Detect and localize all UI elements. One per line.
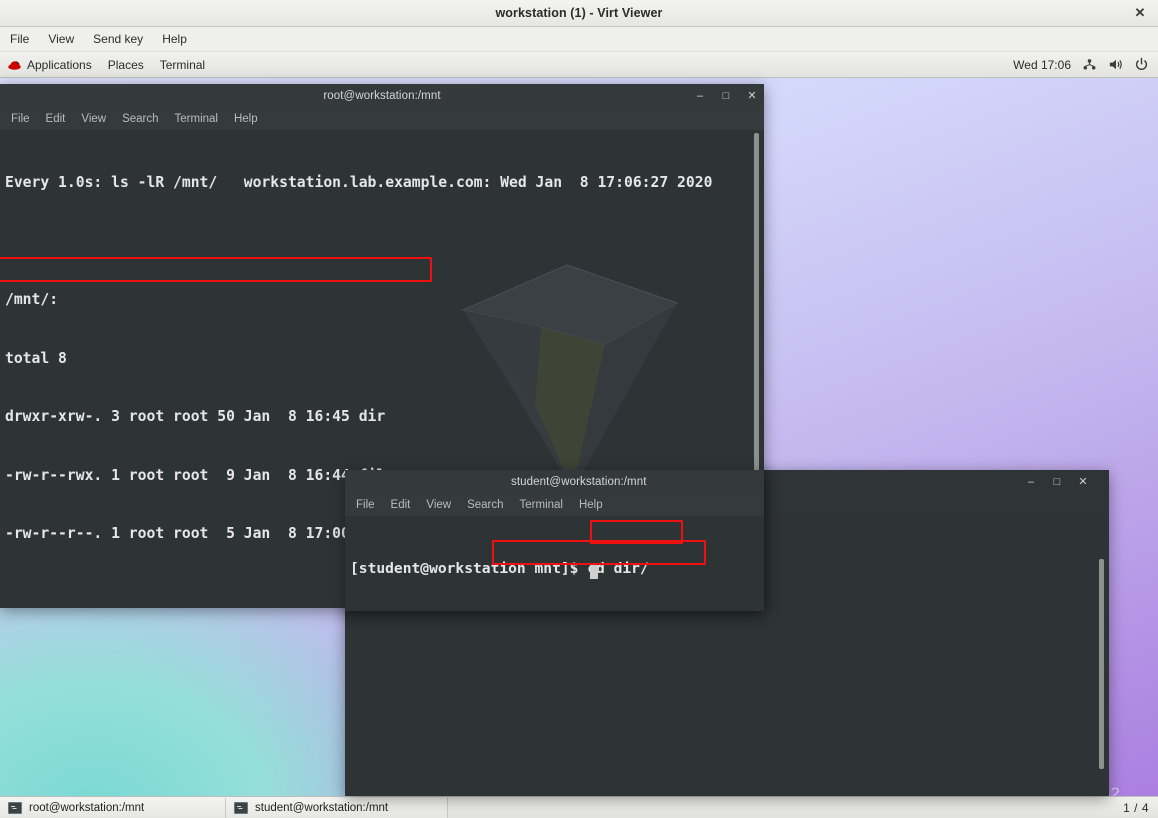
terminal2-close-button[interactable]: ✕	[1077, 476, 1089, 488]
maximize-button[interactable]: □	[720, 90, 732, 102]
terminal2-scrollbar[interactable]	[1097, 519, 1106, 793]
terminal2-maximize-button[interactable]: □	[1051, 476, 1063, 488]
terminal2-menu-view[interactable]: View	[426, 499, 451, 511]
terminal2-output: [student@workstation mnt]$ cd dir/ -bash…	[350, 520, 760, 611]
menu-file[interactable]: File	[8, 30, 31, 48]
network-icon[interactable]	[1082, 57, 1097, 72]
terminal2-cursor	[590, 563, 598, 579]
terminal2-menubar: File Edit View Search Terminal Help	[345, 494, 764, 516]
redhat-logo-icon	[8, 60, 21, 70]
terminal-menu[interactable]: Terminal	[160, 58, 205, 72]
close-button[interactable]: ✕	[746, 90, 758, 102]
applications-label: Applications	[27, 57, 92, 72]
terminal1-line-1	[5, 232, 746, 252]
minimize-button[interactable]: –	[694, 90, 706, 102]
terminal1-window-buttons: – □ ✕	[694, 84, 758, 108]
terminal1-menu-file[interactable]: File	[11, 113, 30, 125]
terminal2-menu-edit[interactable]: Edit	[391, 499, 411, 511]
terminal1-line-0: Every 1.0s: ls -lR /mnt/ workstation.lab…	[5, 174, 713, 191]
terminal2-menu-help[interactable]: Help	[579, 499, 603, 511]
taskbar: root@workstation:/mnt student@workstatio…	[0, 796, 1158, 818]
workspace-page-indicator: 1 / 4	[1123, 800, 1149, 815]
applications-menu[interactable]: Applications	[7, 58, 92, 72]
panel-right-group: Wed 17:06	[1013, 57, 1158, 72]
terminal2-minimize-button[interactable]: –	[1025, 476, 1037, 488]
terminal1-title: root@workstation:/mnt	[323, 90, 441, 102]
clock[interactable]: Wed 17:06	[1013, 58, 1071, 72]
volume-icon[interactable]	[1108, 57, 1123, 72]
terminal-window-student: student@workstation:/mnt File Edit View …	[345, 470, 764, 611]
menu-send-key[interactable]: Send key	[91, 30, 145, 48]
terminal1-menubar: File Edit View Search Terminal Help	[0, 108, 764, 130]
window-title: workstation (1) - Virt Viewer	[495, 6, 663, 20]
terminal1-menu-terminal[interactable]: Terminal	[175, 113, 218, 125]
terminal1-menu-help[interactable]: Help	[234, 113, 258, 125]
terminal1-titlebar[interactable]: root@workstation:/mnt – □ ✕	[0, 84, 764, 108]
panel-left-group: Applications Places Terminal	[0, 58, 205, 72]
terminal1-line-3: total 8	[5, 349, 67, 367]
virt-viewer-titlebar: workstation (1) - Virt Viewer ✕	[0, 0, 1158, 27]
terminal1-line-4: drwxr-xrw-. 3 root root 50 Jan 8 16:45 d…	[5, 408, 386, 425]
terminal-icon	[234, 801, 248, 814]
terminal1-line-2: /mnt/:	[5, 291, 59, 308]
gnome-top-panel: Applications Places Terminal Wed 17:06	[0, 52, 1158, 78]
terminal2-menu-terminal[interactable]: Terminal	[520, 499, 563, 511]
screen: workstation (1) - Virt Viewer ✕ File Vie…	[0, 0, 1158, 818]
terminal1-menu-search[interactable]: Search	[122, 113, 158, 125]
virt-viewer-menubar: File View Send key Help	[0, 27, 1158, 52]
menu-help[interactable]: Help	[160, 30, 189, 48]
close-icon[interactable]: ✕	[1131, 4, 1149, 22]
terminal2-titlebar[interactable]: student@workstation:/mnt	[345, 470, 764, 494]
menu-view[interactable]: View	[46, 30, 76, 48]
places-menu[interactable]: Places	[108, 58, 144, 72]
places-label: Places	[107, 57, 144, 72]
taskbar-item-root-terminal[interactable]: root@workstation:/mnt	[0, 797, 226, 818]
terminal2-line-0: [student@workstation mnt]$ cd dir/	[350, 560, 649, 577]
terminal2-body[interactable]: [student@workstation mnt]$ cd dir/ -bash…	[345, 516, 764, 611]
terminal-label: Terminal	[159, 57, 206, 72]
terminal2-menu-search[interactable]: Search	[467, 499, 503, 511]
terminal1-menu-edit[interactable]: Edit	[46, 113, 66, 125]
terminal-icon	[8, 801, 22, 814]
terminal2-window-buttons: – □ ✕	[1025, 470, 1089, 494]
taskbar-item-student-label: student@workstation:/mnt	[255, 801, 389, 814]
power-icon[interactable]	[1134, 57, 1149, 72]
taskbar-item-root-label: root@workstation:/mnt	[29, 801, 145, 814]
terminal2-menu-file[interactable]: File	[356, 499, 375, 511]
taskbar-item-student-terminal[interactable]: student@workstation:/mnt	[226, 797, 448, 818]
terminal1-menu-view[interactable]: View	[81, 113, 106, 125]
terminal2-title: student@workstation:/mnt	[511, 476, 647, 488]
